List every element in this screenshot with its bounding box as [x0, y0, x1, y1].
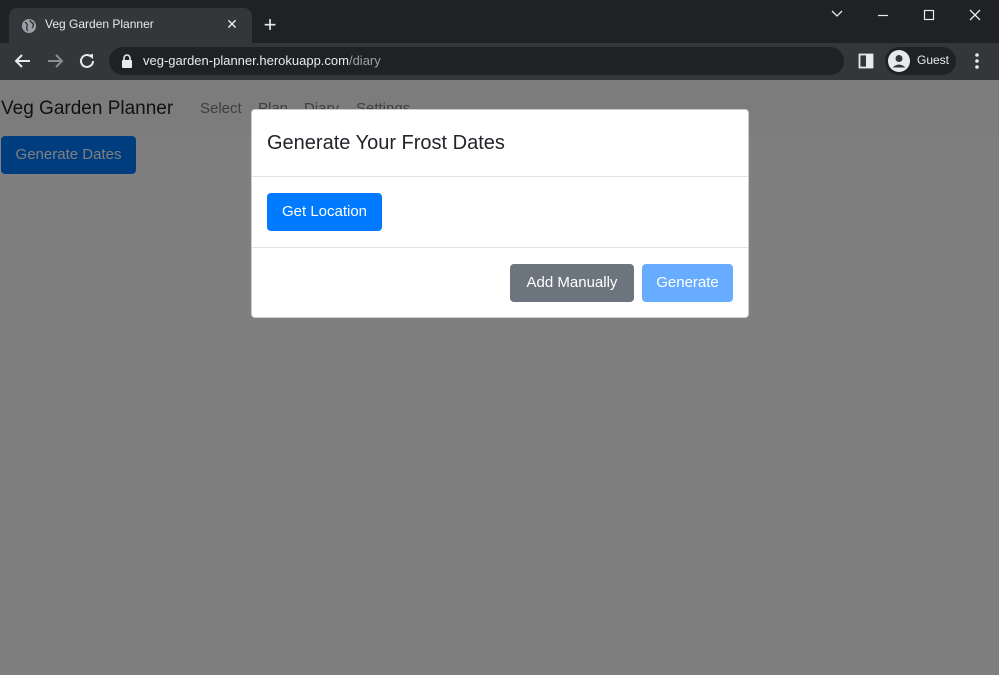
forward-icon[interactable] — [43, 49, 67, 73]
url-text[interactable]: veg-garden-planner.herokuapp.com/diary — [143, 53, 381, 68]
url-host: veg-garden-planner.herokuapp.com — [143, 53, 349, 68]
globe-icon — [22, 19, 36, 33]
back-icon[interactable] — [11, 49, 35, 73]
browser-toolbar: veg-garden-planner.herokuapp.com/diary G… — [0, 43, 999, 80]
more-vert-icon[interactable] — [968, 51, 986, 71]
lock-icon[interactable] — [121, 54, 133, 68]
profile-label: Guest — [917, 53, 950, 67]
reload-icon[interactable] — [75, 49, 99, 73]
maximize-icon[interactable] — [906, 0, 952, 32]
close-window-icon[interactable] — [952, 0, 998, 32]
generate-button[interactable]: Generate — [642, 264, 733, 302]
modal-body: Get Location — [252, 177, 748, 248]
frost-dates-modal: Generate Your Frost Dates Get Location A… — [251, 109, 749, 318]
minimize-icon[interactable] — [860, 0, 906, 32]
browser-tab[interactable]: Veg Garden Planner ✕ — [9, 8, 252, 43]
url-path: /diary — [348, 53, 381, 68]
add-manually-button[interactable]: Add Manually — [510, 264, 634, 302]
chevron-down-icon[interactable] — [814, 0, 860, 32]
address-bar[interactable]: veg-garden-planner.herokuapp.com/diary — [109, 47, 844, 75]
browser-titlebar: Veg Garden Planner ✕ + — [0, 0, 999, 43]
modal-title: Generate Your Frost Dates — [267, 132, 505, 154]
profile-button[interactable]: Guest — [885, 47, 956, 75]
get-location-button[interactable]: Get Location — [267, 193, 382, 231]
modal-header: Generate Your Frost Dates — [252, 110, 748, 177]
tab-title: Veg Garden Planner — [45, 17, 154, 31]
close-icon[interactable]: ✕ — [223, 16, 241, 34]
avatar-icon — [888, 50, 910, 72]
plus-icon[interactable]: + — [258, 14, 282, 38]
side-panel-icon[interactable] — [858, 53, 874, 69]
